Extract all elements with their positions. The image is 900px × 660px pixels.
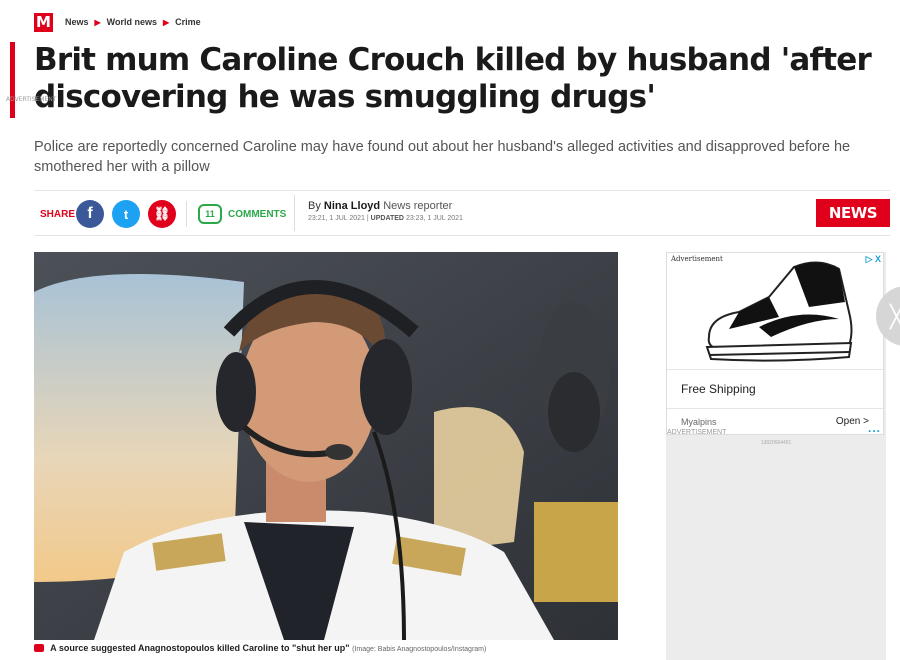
twitter-icon[interactable]: t — [112, 200, 140, 228]
breadcrumb-item-crime[interactable]: Crime — [175, 17, 201, 27]
breadcrumb-item-world-news[interactable]: World news — [107, 17, 157, 27]
updated-time: 23:23, 1 JUL 2021 — [405, 215, 463, 222]
standfirst: Police are reportedly concerned Caroline… — [34, 139, 851, 175]
divider — [294, 195, 295, 231]
dateline: 23:21, 1 JUL 2021 | UPDATED 23:23, 1 JUL… — [308, 215, 463, 222]
ad-advertiser[interactable]: Myalpins — [681, 417, 717, 427]
more-options-icon[interactable]: ... — [868, 421, 881, 435]
divider — [667, 369, 883, 370]
ad-card[interactable]: Advertisement ▷ X Free Shipping Myalpins… — [666, 252, 884, 436]
ad-title[interactable]: Free Shipping — [681, 382, 756, 396]
advertisement-label: ADVERTISEMENT — [6, 96, 57, 103]
share-label: SHARE — [40, 209, 76, 220]
headline-accent-bar — [10, 42, 15, 118]
photo-caption: A source suggested Anagnostopoulos kille… — [34, 643, 624, 653]
divider — [667, 408, 883, 409]
comments-link[interactable]: COMMENTS — [228, 209, 286, 220]
mirror-logo[interactable]: M — [34, 12, 53, 32]
article-photo[interactable] — [34, 252, 618, 640]
ad-open-label: Open — [835, 416, 861, 427]
byline-prefix: By — [308, 200, 321, 212]
divider — [186, 201, 187, 227]
published-time: 23:21, 1 JUL 2021 — [308, 215, 365, 222]
photo-credit: (Image: Babis Anagnostopoulos/Instagram) — [352, 646, 487, 653]
advertisement-label: ADVERTISEMENT — [667, 429, 727, 436]
caption-text: A source suggested Anagnostopoulos kille… — [50, 643, 350, 653]
author-link[interactable]: Nina Lloyd — [324, 200, 380, 212]
share-bar: SHARE f t ⛓ 11 COMMENTS By Nina Lloyd Ne… — [34, 190, 890, 236]
link-icon[interactable]: ⛓ — [148, 200, 176, 228]
chevron-right-icon: ▶ — [94, 17, 101, 27]
news-section-button[interactable]: NEWS — [816, 199, 890, 227]
close-icon[interactable]: ╳ — [890, 304, 900, 330]
comment-bubble-icon[interactable]: 11 — [198, 204, 222, 224]
breadcrumb-item-news[interactable]: News — [65, 17, 89, 27]
advertisement-column: Advertisement ▷ X Free Shipping Myalpins… — [666, 252, 886, 660]
chevron-right-icon: ▶ — [163, 17, 170, 27]
pilot-photo-illustration — [34, 252, 618, 640]
ad-id: 13820664491 — [760, 440, 792, 446]
page-title: Brit mum Caroline Crouch killed by husba… — [34, 42, 872, 115]
byline: By Nina Lloyd News reporter — [308, 200, 452, 212]
facebook-icon[interactable]: f — [76, 200, 104, 228]
updated-label: UPDATED — [370, 215, 404, 222]
adchoices-icon[interactable]: ▷ X — [866, 254, 881, 265]
sneaker-image — [705, 261, 853, 362]
author-role: News reporter — [383, 200, 453, 212]
camera-icon — [34, 644, 44, 652]
ad-open-button[interactable]: Open > — [836, 416, 869, 427]
breadcrumb: M News ▶ World news ▶ Crime — [34, 12, 201, 32]
